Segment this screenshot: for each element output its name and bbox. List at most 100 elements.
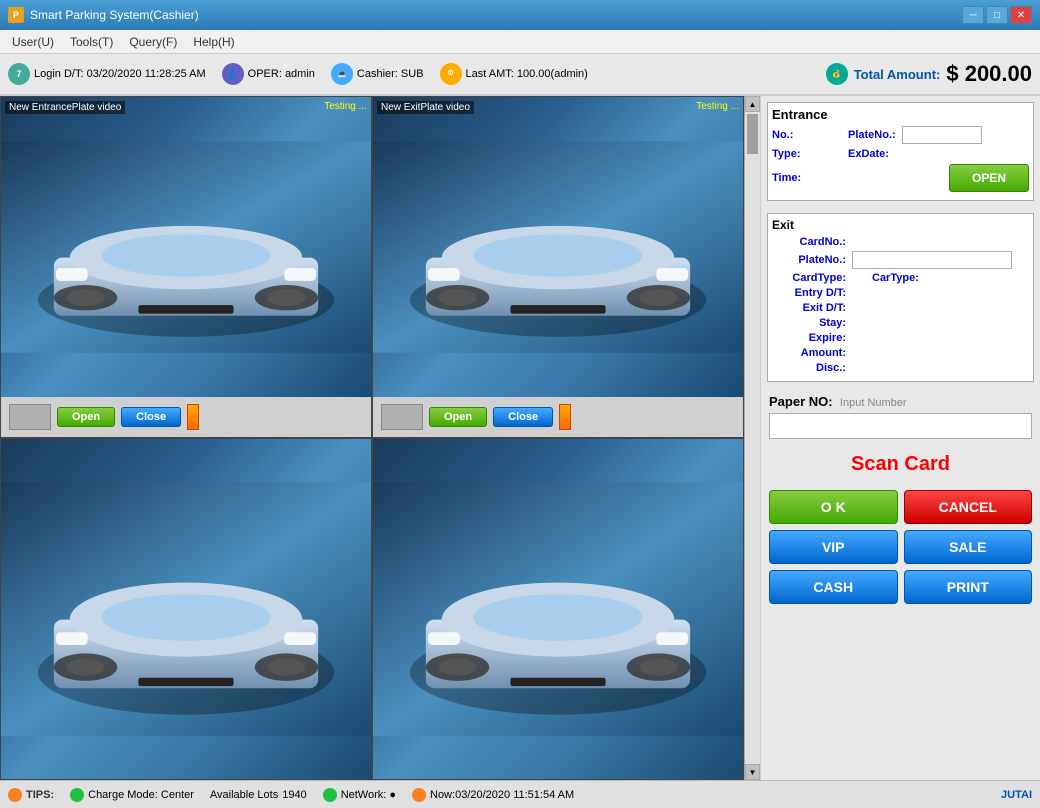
exit-cardtype-label: CardType: <box>772 272 852 284</box>
app-icon: P <box>8 7 24 23</box>
network-text: NetWork: ● <box>341 789 396 801</box>
camera-main: New EntrancePlate video Testing ... <box>0 96 744 780</box>
login-icon: 7 <box>8 63 30 85</box>
entrance-plateno-label: PlateNo.: <box>848 129 896 141</box>
infobar: 7 Login D/T: 03/20/2020 11:28:25 AM 👤 OP… <box>0 54 1040 96</box>
exit-disc-label: Disc.: <box>772 362 852 374</box>
camera-grid: New EntrancePlate video Testing ... <box>0 96 744 780</box>
print-button[interactable]: PRINT <box>904 570 1033 604</box>
camera-testing-2: Testing ... <box>696 101 739 112</box>
exit-plateno-label: PlateNo.: <box>772 254 852 266</box>
entrance-no-row: No.: PlateNo.: <box>772 126 1029 144</box>
charge-icon <box>70 788 84 802</box>
scroll-up-button[interactable]: ▲ <box>745 96 760 112</box>
ctrl-box-1 <box>9 404 51 430</box>
camera-label-2: New ExitPlate video <box>377 101 474 114</box>
cashier-text: Cashier: SUB <box>357 68 424 80</box>
cashier-icon: 💻 <box>331 63 353 85</box>
paper-input[interactable] <box>769 413 1032 439</box>
entrance-exdate-label: ExDate: <box>848 148 889 160</box>
camera-cell-1: New EntrancePlate video Testing ... <box>0 96 372 438</box>
camera-scrollbar[interactable]: ▲ ▼ <box>744 96 760 780</box>
entrance-no-label: No.: <box>772 129 822 141</box>
close-button-1[interactable]: Close <box>121 407 181 427</box>
camera-controls-2: Open Close <box>373 397 743 437</box>
network-icon <box>323 788 337 802</box>
titlebar: P Smart Parking System(Cashier) ─ □ ✕ <box>0 0 1040 30</box>
tips-item: TIPS: <box>8 788 54 802</box>
menu-tools[interactable]: Tools(T) <box>62 33 121 51</box>
exit-entry-row: Entry D/T: <box>772 287 1029 299</box>
camera-controls-1: Open Close <box>1 397 371 437</box>
menu-query[interactable]: Query(F) <box>121 33 185 51</box>
scroll-down-button[interactable]: ▼ <box>745 764 760 780</box>
login-info: 7 Login D/T: 03/20/2020 11:28:25 AM <box>8 63 206 85</box>
right-panel: Entrance No.: PlateNo.: Type: ExDate: Ti… <box>760 96 1040 780</box>
maximize-button[interactable]: □ <box>986 6 1008 24</box>
ok-button[interactable]: O K <box>769 490 898 524</box>
open-button-1[interactable]: Open <box>57 407 115 427</box>
camera-testing-1: Testing ... <box>324 101 367 112</box>
window-title: Smart Parking System(Cashier) <box>30 8 199 22</box>
menu-help[interactable]: Help(H) <box>185 33 242 51</box>
camera-label-1: New EntrancePlate video <box>5 101 125 114</box>
camera-cell-2: New ExitPlate video Testing ... <box>372 96 744 438</box>
lots-item: Available Lots 1940 <box>210 789 307 801</box>
cash-button[interactable]: CASH <box>769 570 898 604</box>
lastamt-text: Last AMT: 100.00(admin) <box>466 68 588 80</box>
time-text: Now:03/20/2020 11:51:54 AM <box>430 789 574 801</box>
lots-value: 1940 <box>282 789 306 801</box>
entrance-time-label: Time: <box>772 172 822 184</box>
car-image-4 <box>373 439 743 779</box>
entrance-title: Entrance <box>772 107 1029 122</box>
sale-button[interactable]: SALE <box>904 530 1033 564</box>
exit-cardtype-row: CardType: CarType: <box>772 272 1029 284</box>
time-item: Now:03/20/2020 11:51:54 AM <box>412 788 574 802</box>
exit-stay-row: Stay: <box>772 317 1029 329</box>
exit-section: Exit CardNo.: PlateNo.: CardType: CarTyp… <box>767 213 1034 382</box>
entrance-open-button[interactable]: OPEN <box>949 164 1029 192</box>
exit-plateno-row: PlateNo.: <box>772 251 1029 269</box>
scroll-track <box>745 112 760 764</box>
exit-entry-label: Entry D/T: <box>772 287 852 299</box>
exit-expire-label: Expire: <box>772 332 852 344</box>
entrance-plateno-input[interactable] <box>902 126 982 144</box>
logo: JUTAI <box>1001 789 1032 801</box>
action-buttons: O K CANCEL VIP SALE CASH PRINT <box>761 484 1040 610</box>
minimize-button[interactable]: ─ <box>962 6 984 24</box>
scan-card-text: Scan Card <box>851 453 950 475</box>
exit-cardno-row: CardNo.: <box>772 236 1029 248</box>
charge-item: Charge Mode: Center <box>70 788 194 802</box>
car-image-1 <box>1 97 371 397</box>
cancel-button[interactable]: CANCEL <box>904 490 1033 524</box>
tips-label: TIPS: <box>26 789 54 801</box>
lastamt-info: ⏱ Last AMT: 100.00(admin) <box>440 63 588 85</box>
time-icon <box>412 788 426 802</box>
exit-expire-row: Expire: <box>772 332 1029 344</box>
exit-plateno-input[interactable] <box>852 251 1012 269</box>
charge-text: Charge Mode: Center <box>88 789 194 801</box>
open-button-2[interactable]: Open <box>429 407 487 427</box>
close-button[interactable]: ✕ <box>1010 6 1032 24</box>
entrance-section: Entrance No.: PlateNo.: Type: ExDate: Ti… <box>767 102 1034 201</box>
exit-disc-row: Disc.: <box>772 362 1029 374</box>
close-button-2[interactable]: Close <box>493 407 553 427</box>
paper-label: Paper NO: <box>769 394 833 409</box>
entrance-type-row: Type: ExDate: <box>772 148 1029 160</box>
vip-button[interactable]: VIP <box>769 530 898 564</box>
exit-amount-row: Amount: <box>772 347 1029 359</box>
exit-stay-label: Stay: <box>772 317 852 329</box>
ctrl-box-2 <box>381 404 423 430</box>
menu-user[interactable]: User(U) <box>4 33 62 51</box>
menubar: User(U) Tools(T) Query(F) Help(H) <box>0 30 1040 54</box>
oper-icon: 👤 <box>222 63 244 85</box>
lots-label: Available Lots <box>210 789 278 801</box>
tips-icon <box>8 788 22 802</box>
total-amount: 💰 Total Amount: $ 200.00 <box>826 61 1032 87</box>
scroll-thumb[interactable] <box>747 114 758 154</box>
exit-cartype-label: CarType: <box>872 272 919 284</box>
paper-hint: Input Number <box>840 397 907 409</box>
car-image-2 <box>373 97 743 397</box>
camera-wrap: New EntrancePlate video Testing ... <box>0 96 760 780</box>
car-image-3 <box>1 439 371 779</box>
